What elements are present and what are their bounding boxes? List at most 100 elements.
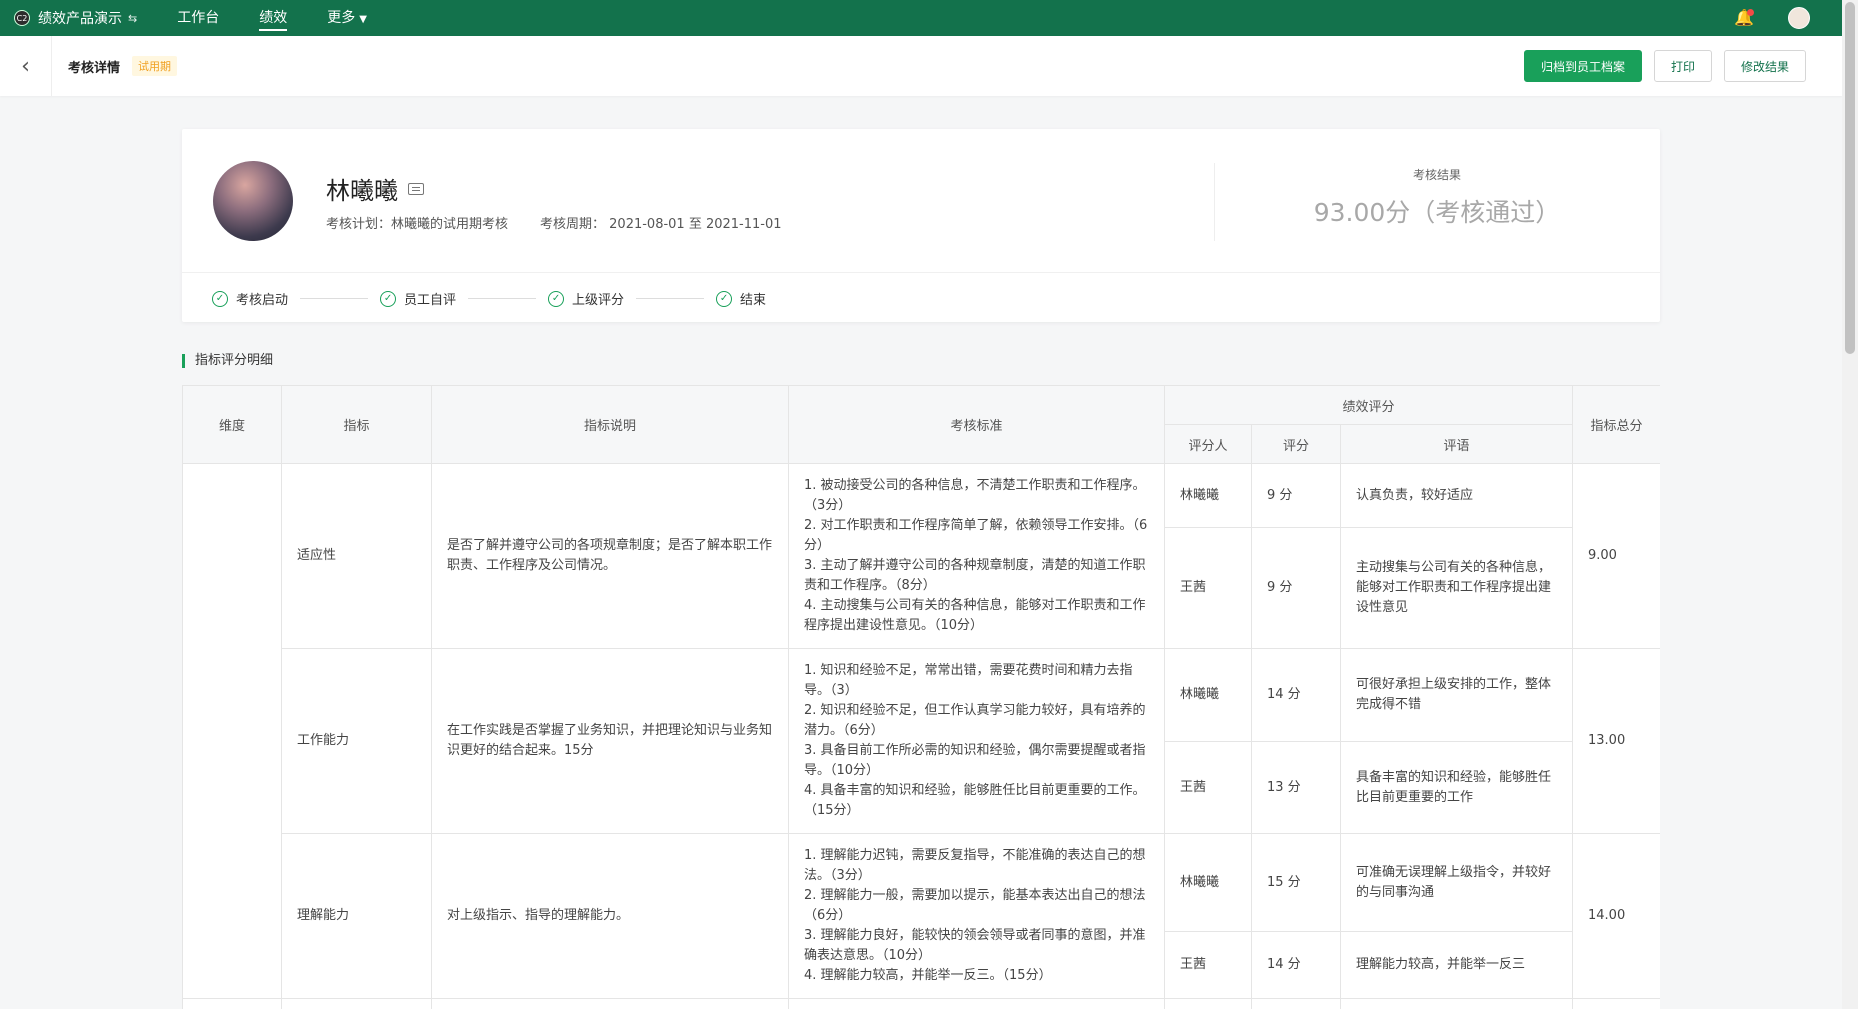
- standard-line: 4. 具备丰富的知识和经验，能够胜任比目前更重要的工作。（15分）: [804, 783, 1146, 818]
- standard-line: 1. 知识和经验不足，常常出错，需要花费时间和精力去指导。（3）: [804, 663, 1133, 698]
- modify-result-button[interactable]: 修改结果: [1723, 50, 1806, 82]
- score-cell: 9 分: [1251, 463, 1341, 528]
- standard-line: 2. 知识和经验不足，但工作认真学习能力较好，具有培养的潜力。（6分）: [804, 703, 1146, 738]
- comment-cell: 具备丰富的知识和经验，能够胜任比目前更重要的工作: [1340, 741, 1573, 834]
- indicator-cell: 工作能力: [281, 648, 432, 834]
- score-cell: 15 分: [1251, 833, 1341, 932]
- review-steps: ✓ 考核启动 ✓ 员工自评 ✓ 上级评分 ✓ 结束: [212, 289, 766, 308]
- total-cell: 9.00: [1572, 463, 1660, 649]
- employee-name-row: 林曦曦: [326, 171, 424, 206]
- chevron-down-icon: ▼: [359, 14, 367, 25]
- standard-line: 1. 被动接受公司的各种信息，不清楚工作职责和工作程序。（3分）: [804, 478, 1146, 513]
- total-cell: 14.00: [1572, 833, 1660, 999]
- rater-cell: [1164, 998, 1252, 1009]
- rater-cell: 王茜: [1164, 931, 1252, 999]
- col-header-standard: 考核标准: [788, 385, 1165, 464]
- description-cell: 在工作实践是否掌握了业务知识，并把理论知识与业务知识更好的结合起来。15分: [431, 648, 789, 834]
- step-connector: [468, 298, 537, 299]
- score-cell: 14 分: [1251, 931, 1341, 999]
- nav-item-workbench[interactable]: 工作台: [177, 0, 219, 36]
- review-plan: 考核计划：林曦曦的试用期考核: [326, 217, 509, 232]
- score-cell: 13 分: [1251, 741, 1341, 834]
- standard-line: 4. 主动搜集与公司有关的各种信息，能够对工作职责和工作程序提出建设性意见。（1…: [804, 598, 1146, 633]
- table-row: 理解能力 对上级指示、指导的理解能力。 1. 理解能力迟钝，需要反复指导，不能准…: [183, 833, 1660, 999]
- table-row: [182, 998, 1660, 1009]
- col-header-comment: 评语: [1340, 424, 1573, 464]
- step-end: ✓ 结束: [716, 289, 766, 308]
- score-table: 维度 指标 指标说明 考核标准 绩效评分 指标总分 评分人 评分 评语 适应性 …: [182, 385, 1660, 1009]
- check-circle-icon: ✓: [548, 290, 565, 307]
- check-circle-icon: ✓: [716, 290, 733, 307]
- standard-cell: 1. 被动接受公司的各种信息，不清楚工作职责和工作程序。（3分） 2. 对工作职…: [788, 463, 1165, 649]
- indicator-cell: 理解能力: [281, 833, 432, 999]
- standard-cell: 1. 知识和经验不足，常常出错，需要花费时间和精力去指导。（3） 2. 知识和经…: [788, 648, 1165, 834]
- step-start: ✓ 考核启动: [212, 289, 288, 308]
- notification-bell-icon[interactable]: 🔔: [1734, 8, 1754, 28]
- standard-cell: [788, 998, 1165, 1009]
- step-self-review: ✓ 员工自评: [380, 289, 456, 308]
- total-cell: [1572, 998, 1660, 1009]
- table-row: 适应性 是否了解并遵守公司的各项规章制度；是否了解本职工作职责、工作程序及公司情…: [182, 463, 1660, 999]
- review-period: 考核周期： 2021-08-01 至 2021-11-01: [540, 217, 782, 232]
- divider: [182, 272, 1660, 273]
- step-manager-review: ✓ 上级评分: [548, 289, 624, 308]
- top-navbar: C2 绩效产品演示 ⇆ 工作台 绩效 更多 ▼ 🔔: [0, 0, 1842, 36]
- col-header-indicator: 指标: [281, 385, 432, 464]
- nav-item-more[interactable]: 更多 ▼: [327, 0, 367, 36]
- archive-button[interactable]: 归档到员工档案: [1523, 50, 1642, 82]
- print-button[interactable]: 打印: [1653, 50, 1712, 82]
- rater-cell: 林曦曦: [1164, 463, 1252, 528]
- standard-line: 1. 理解能力迟钝，需要反复指导，不能准确的表达自己的想法。（3分）: [804, 848, 1146, 883]
- nav-item-performance[interactable]: 绩效: [259, 0, 288, 36]
- standard-line: 3. 具备目前工作所必需的知识和经验，偶尔需要提醒或者指导。（10分）: [804, 743, 1146, 778]
- comment-cell: [1340, 998, 1573, 1009]
- back-arrow-icon[interactable]: ‹: [0, 36, 52, 96]
- comment-cell: 可准确无误理解上级指令，并较好的与同事沟通: [1340, 833, 1573, 932]
- standard-line: 3. 理解能力良好，能较快的领会领导或者同事的意图，并准确表达意思。（10分）: [804, 928, 1146, 963]
- main-nav: 工作台 绩效 更多 ▼: [177, 0, 407, 36]
- score-cell: 9 分: [1251, 527, 1341, 649]
- scrollbar-thumb[interactable]: [1845, 2, 1855, 354]
- section-title: 指标评分明细: [182, 354, 273, 368]
- indicator-cell: [281, 998, 432, 1009]
- dimension-cell: [182, 463, 282, 999]
- user-avatar[interactable]: [1788, 7, 1810, 29]
- rater-cell: 林曦曦: [1164, 648, 1252, 742]
- brand-switcher[interactable]: C2 绩效产品演示 ⇆: [14, 8, 137, 28]
- probation-badge: 试用期: [132, 56, 178, 76]
- result-label: 考核结果: [1412, 168, 1461, 182]
- step-label: 上级评分: [572, 293, 625, 308]
- review-meta: 考核计划：林曦曦的试用期考核 考核周期： 2021-08-01 至 2021-1…: [326, 213, 814, 232]
- step-label: 考核启动: [236, 293, 289, 308]
- standard-line: 2. 理解能力一般，需要加以提示，能基本表达出自己的想法（6分）: [804, 888, 1146, 923]
- col-header-description: 指标说明: [431, 385, 789, 464]
- total-cell: 13.00: [1572, 648, 1660, 834]
- description-cell: 对上级指示、指导的理解能力。: [431, 833, 789, 999]
- col-header-rater: 评分人: [1164, 424, 1252, 464]
- check-circle-icon: ✓: [212, 290, 228, 307]
- check-circle-icon: ✓: [380, 290, 397, 307]
- switch-icon[interactable]: ⇆: [128, 12, 137, 25]
- dimension-cell: [182, 998, 282, 1009]
- brand-name: 绩效产品演示: [38, 11, 122, 27]
- score-table-wrapper: 维度 指标 指标说明 考核标准 绩效评分 指标总分 评分人 评分 评语 适应性 …: [182, 385, 1660, 1009]
- comment-cell: 理解能力较高，并能举一反三: [1340, 931, 1573, 999]
- comment-cell: 可很好承担上级安排的工作，整体完成得不错: [1340, 648, 1573, 742]
- col-header-dimension: 维度: [182, 385, 282, 464]
- score-cell: 14 分: [1251, 648, 1341, 742]
- page-title: 考核详情: [68, 60, 121, 76]
- description-cell: 是否了解并遵守公司的各项规章制度；是否了解本职工作职责、工作程序及公司情况。: [431, 463, 789, 649]
- step-label: 结束: [740, 293, 767, 308]
- nav-item-more-label: 更多: [327, 10, 356, 26]
- comment-cell: 认真负责，较好适应: [1340, 463, 1573, 528]
- step-connector: [636, 298, 705, 299]
- employee-avatar: [213, 161, 293, 241]
- score-cell: [1251, 998, 1341, 1009]
- indicator-cell: 适应性: [281, 463, 432, 649]
- id-card-icon[interactable]: [408, 182, 424, 195]
- standard-line: 2. 对工作职责和工作程序简单了解，依赖领导工作安排。（6分）: [804, 518, 1148, 553]
- description-cell: [431, 998, 789, 1009]
- step-connector: [300, 298, 369, 299]
- col-header-rating-group: 绩效评分: [1164, 385, 1573, 425]
- col-header-total: 指标总分: [1572, 385, 1660, 464]
